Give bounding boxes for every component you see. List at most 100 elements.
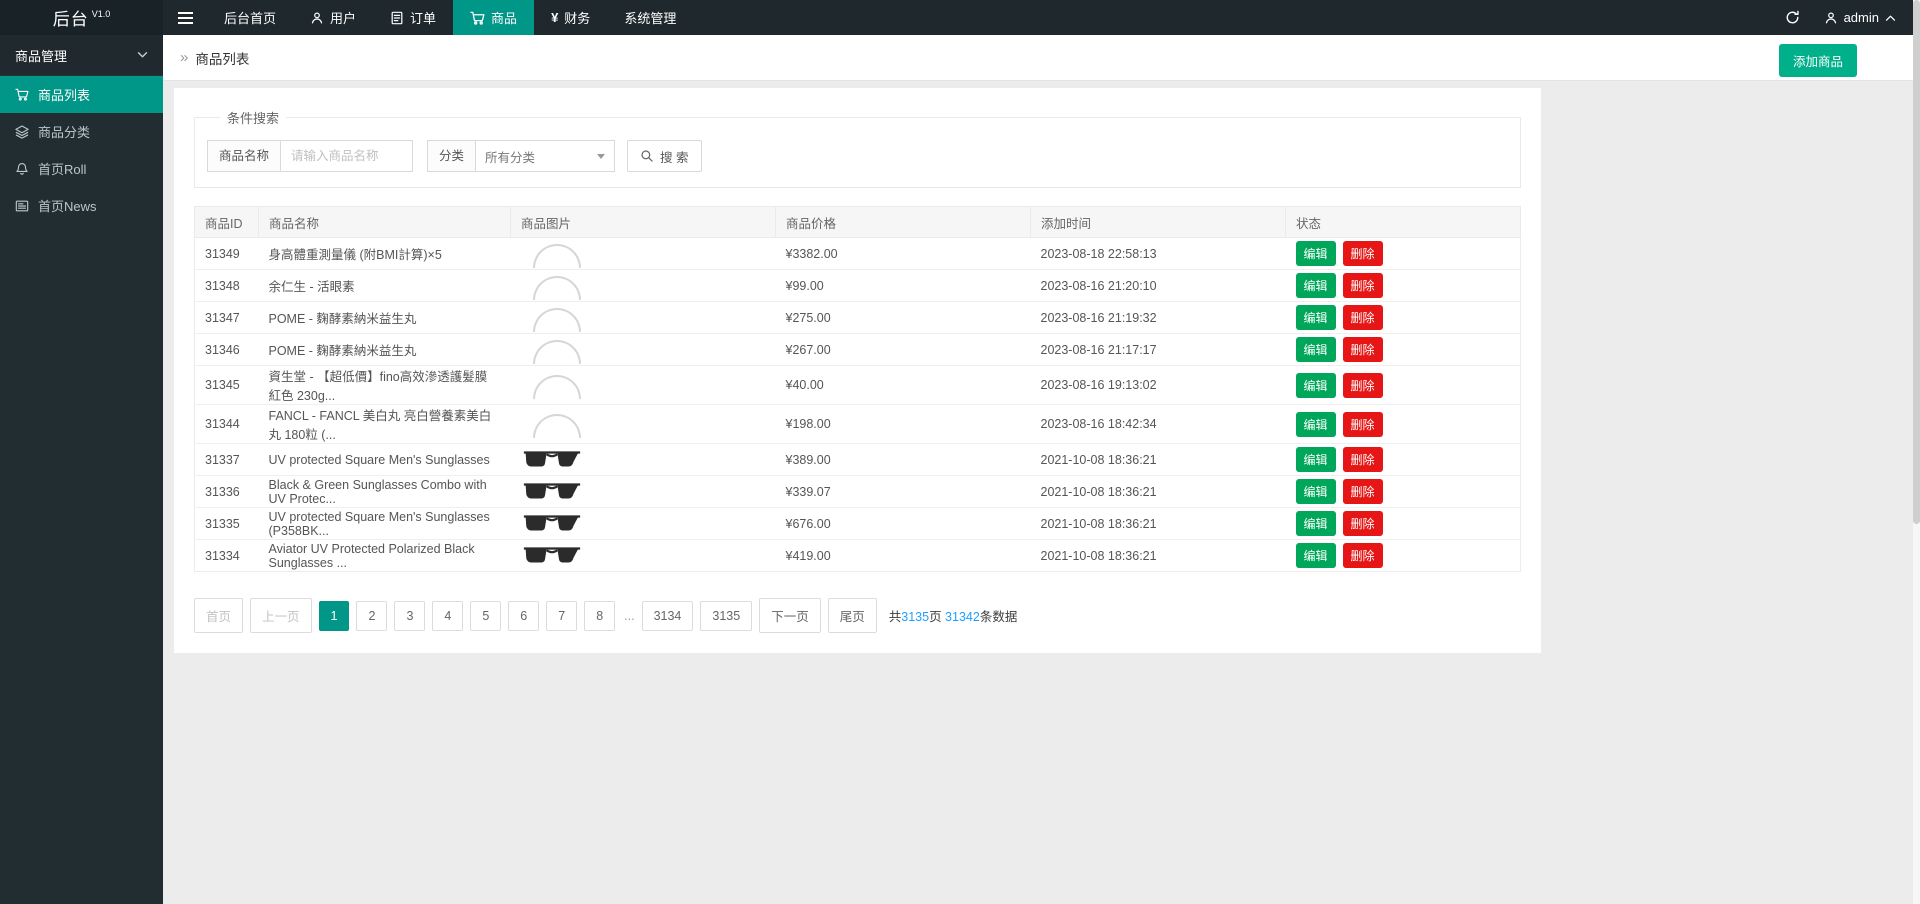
delete-button[interactable]: 删除 [1342, 305, 1383, 330]
page-button-1[interactable]: 1 [318, 600, 350, 631]
cart-icon [15, 88, 29, 101]
delete-button[interactable]: 删除 [1342, 241, 1383, 266]
sidebar-item-home-news[interactable]: 首页News [0, 187, 163, 224]
product-actions: 编辑 删除 [1285, 301, 1521, 334]
delete-button[interactable]: 删除 [1342, 337, 1383, 362]
sunglasses-image [523, 451, 580, 467]
edit-button[interactable]: 编辑 [1295, 273, 1336, 298]
page-button-2[interactable]: 2 [356, 600, 388, 631]
nav-goods[interactable]: 商品 [453, 0, 535, 35]
edit-button[interactable]: 编辑 [1295, 543, 1336, 568]
content-card: 条件搜索 商品名称 分类 所有分类 [174, 88, 1541, 653]
delete-button[interactable]: 删除 [1342, 543, 1383, 568]
delete-button[interactable]: 删除 [1342, 411, 1383, 437]
product-image [510, 301, 776, 334]
news-icon [15, 200, 29, 211]
table-row: 31347 POME - 麴酵素納米益生丸 ¥275.00 2023-08-16… [194, 301, 1521, 334]
bell-icon [16, 162, 28, 175]
sidebar-group-goods-management[interactable]: 商品管理 [0, 35, 163, 76]
col-add-time: 添加时间 [1030, 206, 1286, 238]
delete-button[interactable]: 删除 [1342, 372, 1383, 398]
product-name-input[interactable] [280, 140, 414, 172]
search-icon [641, 150, 653, 162]
refresh-button[interactable] [1771, 0, 1814, 35]
content: 条件搜索 商品名称 分类 所有分类 [163, 81, 1920, 653]
product-name: Black & Green Sunglasses Combo with UV P… [258, 475, 511, 508]
search-legend: 条件搜索 [227, 111, 280, 126]
product-name: FANCL - FANCL 美白丸 亮白營養素美白丸 180粒 (... [258, 404, 511, 444]
nav-label: 用户 [330, 11, 357, 26]
table-row: 31336 Black & Green Sunglasses Combo wit… [194, 475, 1521, 508]
delete-button[interactable]: 删除 [1342, 447, 1383, 472]
delete-button[interactable]: 删除 [1342, 479, 1383, 504]
edit-button[interactable]: 编辑 [1295, 372, 1336, 398]
user-menu[interactable]: admin [1814, 0, 1906, 35]
edit-button[interactable]: 编辑 [1295, 337, 1336, 362]
menu-toggle-icon[interactable] [163, 0, 207, 35]
category-select[interactable]: 所有分类 [475, 140, 616, 172]
col-product-name: 商品名称 [258, 206, 511, 238]
product-name: POME - 麴酵素納米益生丸 [258, 333, 511, 366]
delete-button[interactable]: 删除 [1342, 511, 1383, 536]
sidebar-item-goods-list[interactable]: 商品列表 [0, 76, 163, 113]
product-id: 31335 [194, 507, 259, 540]
table-header-row: 商品ID 商品名称 商品图片 商品价格 添加时间 状态 [194, 206, 1521, 238]
page-button-6[interactable]: 6 [508, 600, 540, 631]
vertical-scrollbar[interactable] [1913, 0, 1920, 904]
category-label: 分类 [427, 140, 477, 172]
edit-button[interactable]: 编辑 [1295, 241, 1336, 266]
search-button-label: 搜 索 [660, 150, 689, 165]
product-time: 2023-08-16 21:19:32 [1030, 301, 1286, 334]
product-time: 2023-08-16 21:20:10 [1030, 269, 1286, 302]
version-label: V1.0 [91, 8, 111, 19]
breadcrumb-arrows-icon [180, 49, 195, 67]
username-label: admin [1843, 10, 1879, 25]
edit-button[interactable]: 编辑 [1295, 305, 1336, 330]
page-button-3134[interactable]: 3134 [641, 600, 694, 631]
add-product-button[interactable]: 添加商品 [1778, 44, 1857, 77]
edit-button[interactable]: 编辑 [1295, 479, 1336, 504]
app-logo: 后台 V1.0 [0, 0, 163, 35]
sidebar-item-home-roll[interactable]: 首页Roll [0, 150, 163, 187]
summary-prefix: 共 [888, 610, 902, 624]
product-id: 31349 [194, 237, 259, 270]
nav-users[interactable]: 用户 [293, 0, 373, 35]
product-id: 31336 [194, 475, 259, 508]
delete-button[interactable]: 删除 [1342, 273, 1383, 298]
nav-label: 财务 [564, 11, 591, 26]
top-navigation: 后台首页 用户 订单 商品 ¥ 财务 系统管理 [207, 0, 693, 35]
product-price: ¥676.00 [775, 507, 1031, 540]
edit-button[interactable]: 编辑 [1295, 511, 1336, 536]
sidebar-item-goods-category[interactable]: 商品分类 [0, 113, 163, 150]
table-row: 31345 資生堂 - 【超低價】fino高效滲透護髮膜 紅色 230g... … [194, 365, 1521, 405]
table-row: 31346 POME - 麴酵素納米益生丸 ¥267.00 2023-08-16… [194, 333, 1521, 366]
page-button-8[interactable]: 8 [584, 600, 616, 631]
product-id: 31347 [194, 301, 259, 334]
product-actions: 编辑 删除 [1285, 443, 1521, 476]
product-image [510, 507, 776, 540]
product-name: POME - 麴酵素納米益生丸 [258, 301, 511, 334]
category-group: 分类 所有分类 [427, 140, 616, 172]
nav-system[interactable]: 系统管理 [607, 0, 693, 35]
product-price: ¥275.00 [775, 301, 1031, 334]
page-button-4[interactable]: 4 [432, 600, 464, 631]
edit-button[interactable]: 编辑 [1295, 411, 1336, 437]
page-next-button[interactable]: 下一页 [759, 598, 821, 633]
page-button-3[interactable]: 3 [394, 600, 426, 631]
nav-finance[interactable]: ¥ 财务 [534, 0, 607, 35]
product-price: ¥419.00 [775, 539, 1031, 572]
search-button[interactable]: 搜 索 [627, 140, 702, 172]
product-image [510, 475, 776, 508]
edit-button[interactable]: 编辑 [1295, 447, 1336, 472]
nav-orders[interactable]: 订单 [373, 0, 453, 35]
scrollbar-thumb[interactable] [1913, 0, 1920, 525]
page-prev-button[interactable]: 上一页 [250, 598, 312, 633]
placeholder-arc-image [532, 414, 581, 438]
nav-backend-home[interactable]: 后台首页 [207, 0, 293, 35]
page-button-3135[interactable]: 3135 [700, 600, 753, 631]
page-end-button[interactable]: 尾页 [827, 598, 877, 633]
page-first-button[interactable]: 首页 [194, 598, 244, 633]
page-button-5[interactable]: 5 [470, 600, 502, 631]
product-time: 2023-08-16 21:17:17 [1030, 333, 1286, 366]
page-button-7[interactable]: 7 [546, 600, 578, 631]
